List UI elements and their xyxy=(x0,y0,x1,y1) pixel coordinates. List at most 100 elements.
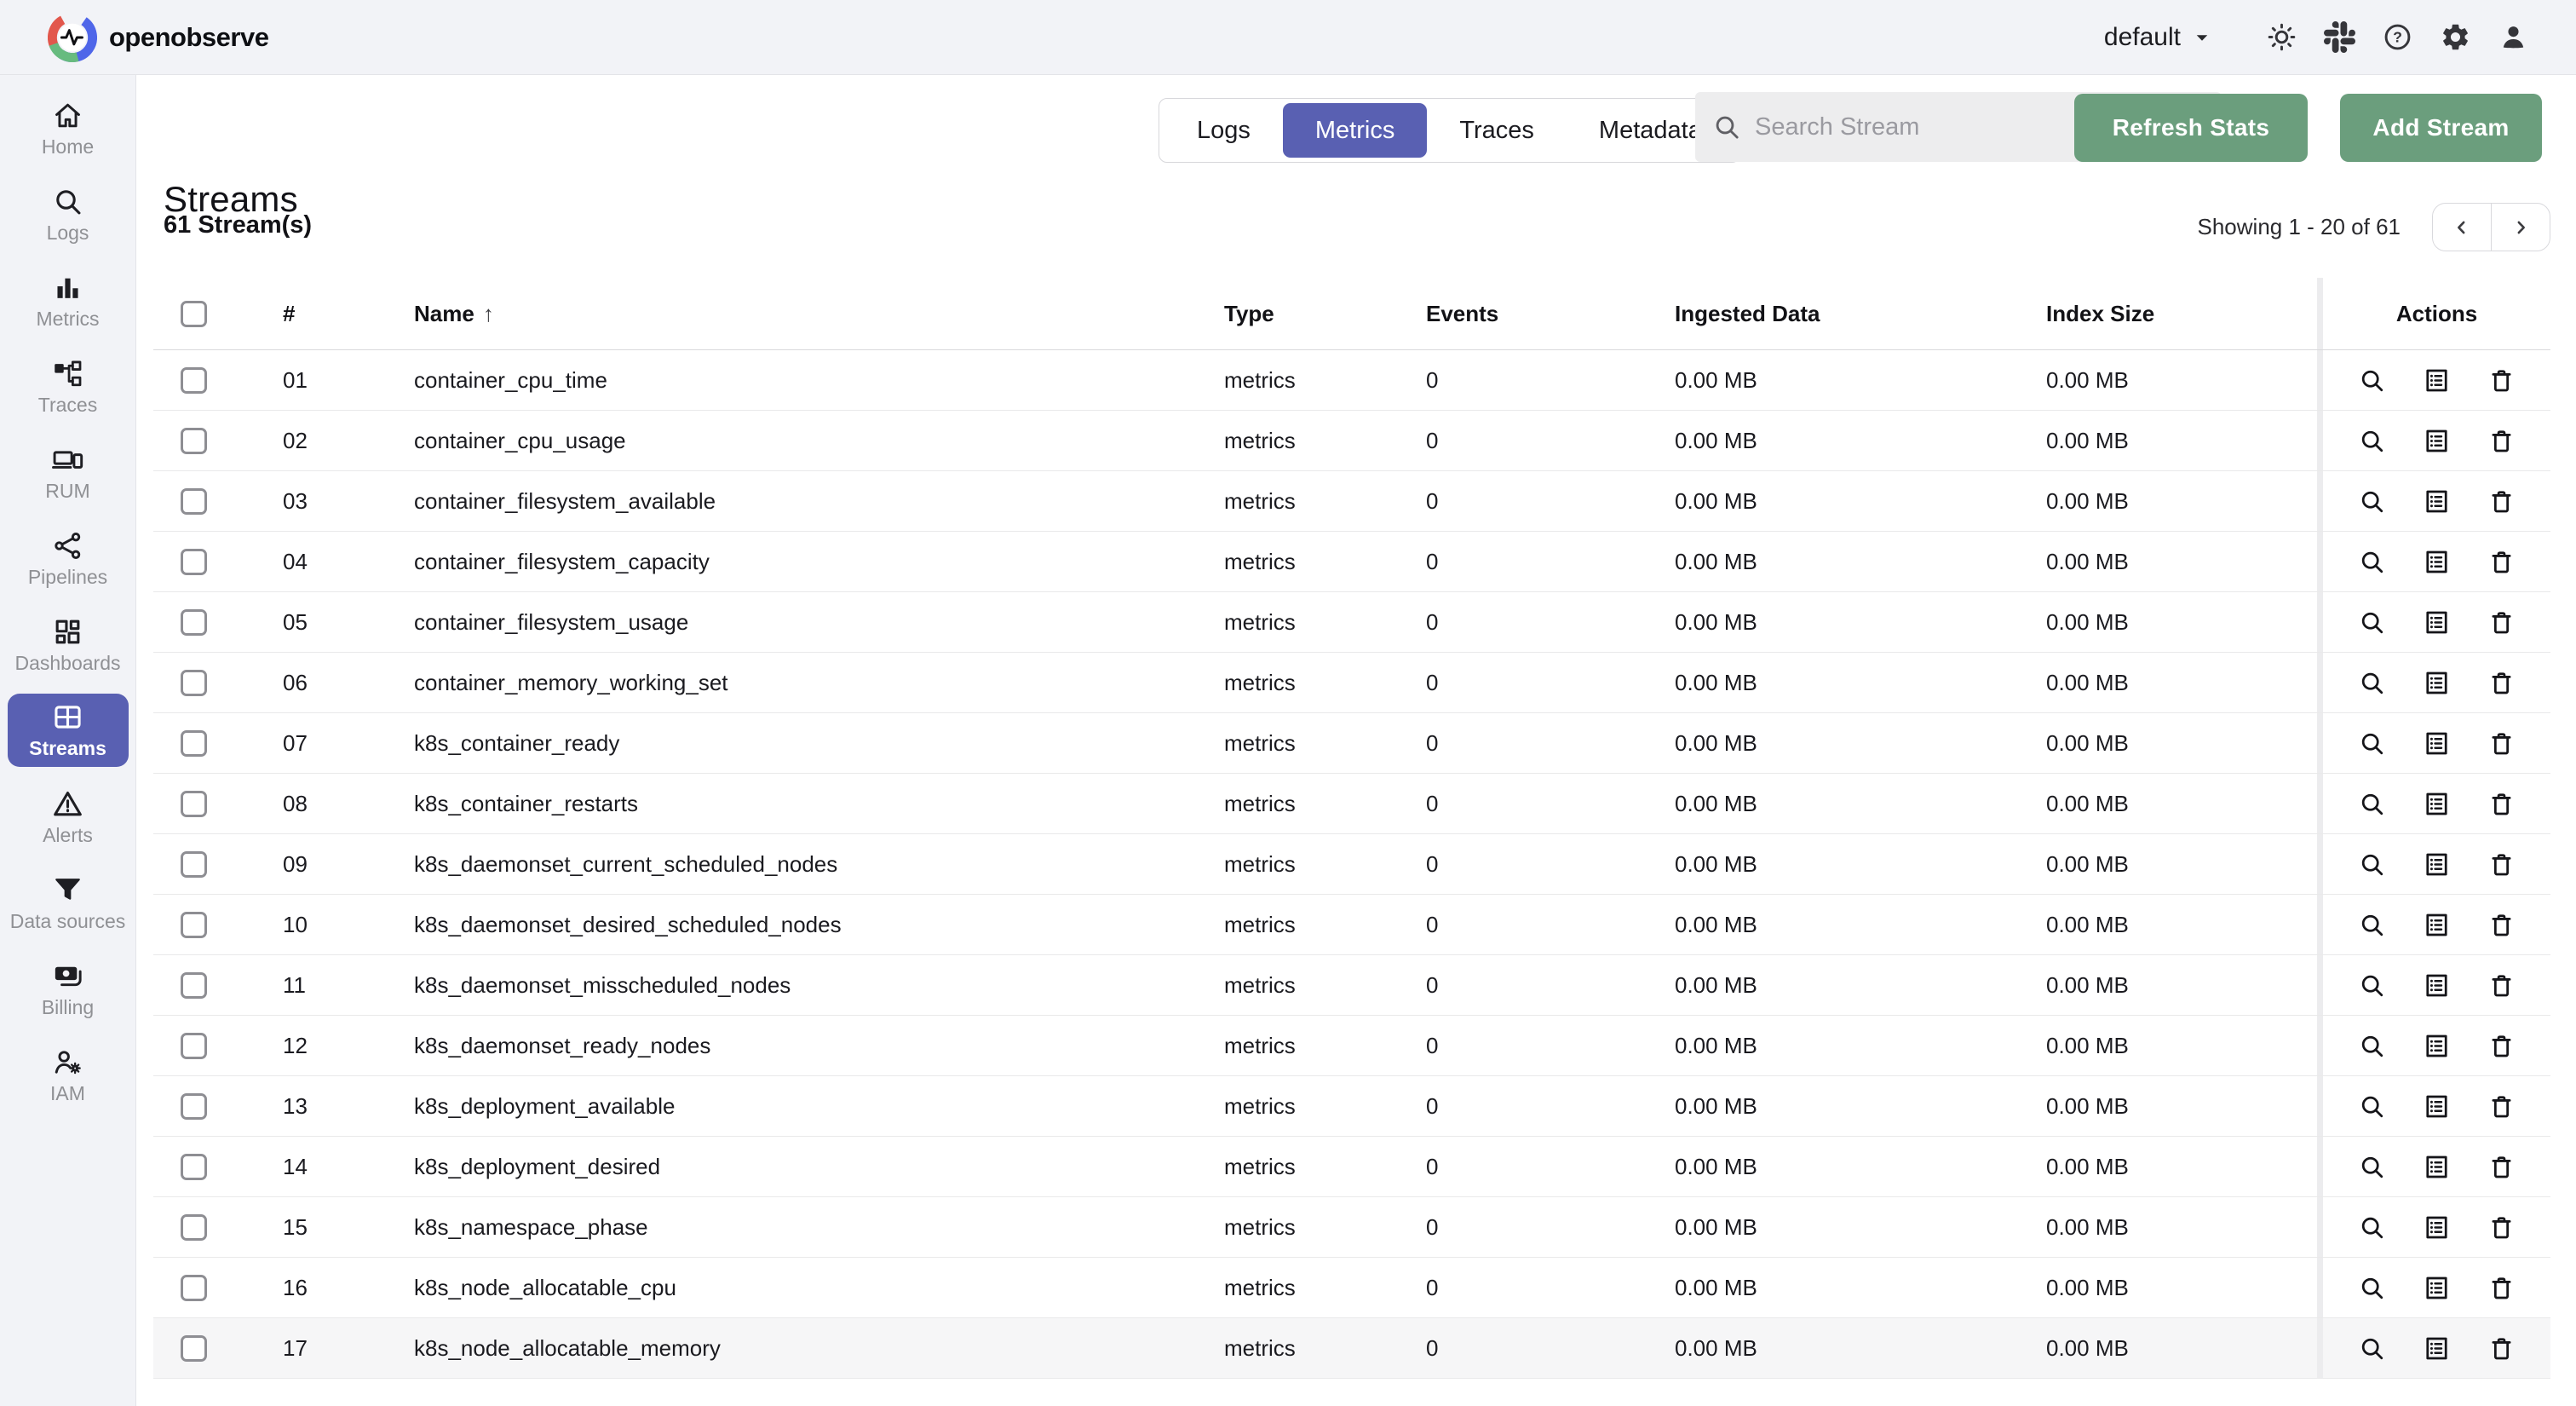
sidebar-item-streams[interactable]: Streams xyxy=(8,694,129,767)
row-checkbox[interactable] xyxy=(181,1154,207,1180)
stream-schema-button[interactable] xyxy=(2423,548,2451,576)
explore-stream-button[interactable] xyxy=(2358,487,2386,516)
row-checkbox[interactable] xyxy=(181,428,207,454)
explore-stream-button[interactable] xyxy=(2358,729,2386,758)
help-button[interactable]: ? xyxy=(2368,9,2426,66)
explore-stream-button[interactable] xyxy=(2358,911,2386,939)
row-checkbox[interactable] xyxy=(181,367,207,394)
explore-stream-button[interactable] xyxy=(2358,1032,2386,1060)
stream-schema-button[interactable] xyxy=(2423,669,2451,697)
delete-stream-button[interactable] xyxy=(2487,1032,2516,1060)
row-checkbox[interactable] xyxy=(181,791,207,817)
delete-stream-button[interactable] xyxy=(2487,548,2516,576)
cell-name: container_filesystem_usage xyxy=(414,609,1224,636)
sidebar-item-data-sources[interactable]: Data sources xyxy=(4,860,132,946)
theme-toggle-button[interactable] xyxy=(2252,9,2310,66)
row-checkbox[interactable] xyxy=(181,1214,207,1241)
stream-schema-button[interactable] xyxy=(2423,1032,2451,1060)
sidebar-item-billing[interactable]: Billing xyxy=(4,946,132,1032)
delete-stream-button[interactable] xyxy=(2487,790,2516,818)
sidebar-item-pipelines[interactable]: Pipelines xyxy=(4,516,132,602)
stream-schema-button[interactable] xyxy=(2423,366,2451,395)
explore-stream-button[interactable] xyxy=(2358,1334,2386,1363)
explore-stream-button[interactable] xyxy=(2358,971,2386,1000)
tab-logs[interactable]: Logs xyxy=(1164,103,1283,158)
slack-button[interactable] xyxy=(2310,9,2368,66)
sidebar-item-logs[interactable]: Logs xyxy=(4,171,132,257)
sidebar-item-traces[interactable]: Traces xyxy=(4,343,132,429)
explore-stream-button[interactable] xyxy=(2358,548,2386,576)
delete-stream-button[interactable] xyxy=(2487,669,2516,697)
row-checkbox[interactable] xyxy=(181,730,207,757)
stream-schema-button[interactable] xyxy=(2423,487,2451,516)
tab-traces[interactable]: Traces xyxy=(1427,103,1567,158)
stream-schema-button[interactable] xyxy=(2423,427,2451,455)
delete-stream-button[interactable] xyxy=(2487,1274,2516,1302)
row-checkbox[interactable] xyxy=(181,549,207,575)
stream-schema-button[interactable] xyxy=(2423,911,2451,939)
stream-schema-button[interactable] xyxy=(2423,1274,2451,1302)
explore-stream-button[interactable] xyxy=(2358,366,2386,395)
delete-stream-button[interactable] xyxy=(2487,1213,2516,1242)
sidebar-item-label: RUM xyxy=(45,481,89,502)
explore-stream-button[interactable] xyxy=(2358,608,2386,637)
header-name[interactable]: Name↑ xyxy=(414,301,1224,327)
row-checkbox[interactable] xyxy=(181,1093,207,1120)
explore-stream-button[interactable] xyxy=(2358,1213,2386,1242)
row-checkbox[interactable] xyxy=(181,1033,207,1059)
row-checkbox[interactable] xyxy=(181,1335,207,1362)
stream-schema-button[interactable] xyxy=(2423,729,2451,758)
delete-stream-button[interactable] xyxy=(2487,729,2516,758)
prev-page-button[interactable] xyxy=(2433,204,2492,251)
stream-schema-button[interactable] xyxy=(2423,608,2451,637)
account-button[interactable] xyxy=(2484,9,2542,66)
delete-stream-button[interactable] xyxy=(2487,608,2516,637)
delete-stream-button[interactable] xyxy=(2487,911,2516,939)
sidebar-item-iam[interactable]: IAM xyxy=(4,1032,132,1118)
stream-schema-button[interactable] xyxy=(2423,850,2451,879)
sidebar-item-home[interactable]: Home xyxy=(4,85,132,171)
stream-schema-button[interactable] xyxy=(2423,1334,2451,1363)
table-body: 01container_cpu_timemetrics00.00 MB0.00 … xyxy=(153,350,2550,1379)
sidebar-item-dashboards[interactable]: Dashboards xyxy=(4,602,132,688)
row-checkbox[interactable] xyxy=(181,851,207,878)
organization-selector[interactable]: default xyxy=(2104,23,2215,52)
stream-schema-button[interactable] xyxy=(2423,1092,2451,1121)
sidebar-item-alerts[interactable]: Alerts xyxy=(4,774,132,860)
refresh-stats-button[interactable]: Refresh Stats xyxy=(2074,94,2308,162)
explore-stream-button[interactable] xyxy=(2358,1274,2386,1302)
add-stream-button[interactable]: Add Stream xyxy=(2340,94,2542,162)
delete-stream-button[interactable] xyxy=(2487,1334,2516,1363)
stream-schema-button[interactable] xyxy=(2423,971,2451,1000)
sidebar-item-metrics[interactable]: Metrics xyxy=(4,257,132,343)
explore-stream-button[interactable] xyxy=(2358,427,2386,455)
explore-stream-button[interactable] xyxy=(2358,790,2386,818)
cell-name: k8s_daemonset_ready_nodes xyxy=(414,1033,1224,1059)
explore-stream-button[interactable] xyxy=(2358,850,2386,879)
delete-stream-button[interactable] xyxy=(2487,1092,2516,1121)
delete-stream-button[interactable] xyxy=(2487,971,2516,1000)
next-page-button[interactable] xyxy=(2492,204,2550,251)
delete-stream-button[interactable] xyxy=(2487,427,2516,455)
stream-schema-button[interactable] xyxy=(2423,1213,2451,1242)
row-checkbox[interactable] xyxy=(181,670,207,696)
explore-stream-button[interactable] xyxy=(2358,1153,2386,1181)
row-checkbox[interactable] xyxy=(181,912,207,938)
row-checkbox[interactable] xyxy=(181,1275,207,1301)
settings-button[interactable] xyxy=(2426,9,2484,66)
delete-stream-button[interactable] xyxy=(2487,850,2516,879)
tab-metrics[interactable]: Metrics xyxy=(1283,103,1427,158)
select-all-checkbox[interactable] xyxy=(181,301,207,327)
delete-stream-button[interactable] xyxy=(2487,487,2516,516)
stream-schema-button[interactable] xyxy=(2423,790,2451,818)
stream-schema-button[interactable] xyxy=(2423,1153,2451,1181)
delete-stream-button[interactable] xyxy=(2487,366,2516,395)
row-checkbox[interactable] xyxy=(181,609,207,636)
row-checkbox[interactable] xyxy=(181,972,207,999)
explore-stream-button[interactable] xyxy=(2358,1092,2386,1121)
explore-stream-button[interactable] xyxy=(2358,669,2386,697)
delete-icon xyxy=(2487,1153,2516,1181)
row-checkbox[interactable] xyxy=(181,488,207,515)
delete-stream-button[interactable] xyxy=(2487,1153,2516,1181)
sidebar-item-rum[interactable]: RUM xyxy=(4,429,132,516)
